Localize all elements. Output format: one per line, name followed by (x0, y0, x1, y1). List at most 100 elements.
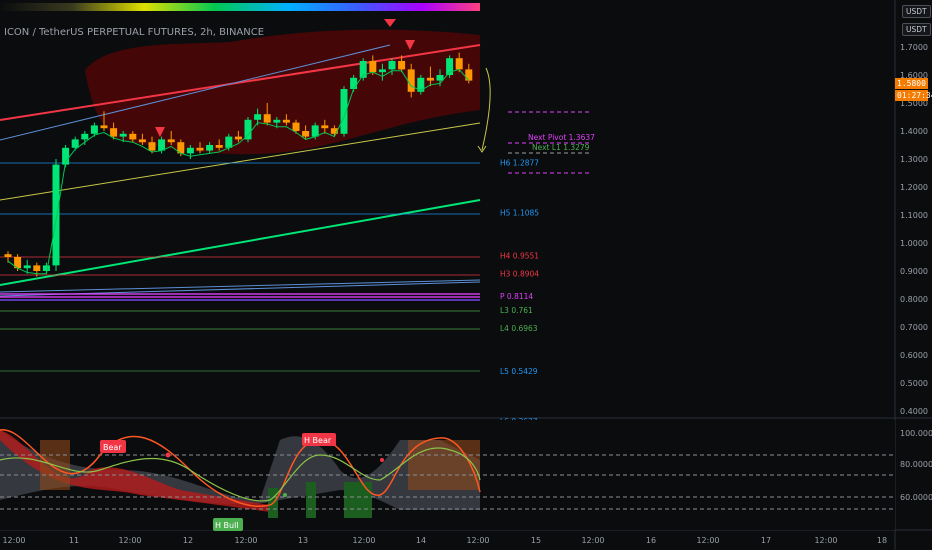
bear-label: Bear (103, 443, 122, 452)
candle-body (129, 133, 137, 140)
candle-body (234, 136, 242, 140)
symbol-title[interactable]: ICON / TetherUS PERPETUAL FUTURES, 2h, B… (4, 27, 264, 38)
candle-body (52, 164, 60, 266)
candle-body (42, 265, 50, 271)
candle-body (167, 139, 175, 143)
candle-body (148, 142, 156, 151)
time-axis-label: 11 (69, 536, 79, 545)
candle-body (455, 58, 463, 70)
time-axis-label: 12 (183, 536, 193, 545)
projection-arrow (481, 67, 491, 151)
candle-body (350, 77, 358, 89)
price-axis-label: 0.4000 (900, 407, 928, 416)
candle-body (282, 119, 290, 123)
candle-body (90, 125, 98, 134)
time-axis-label: 15 (531, 536, 541, 545)
time-axis-label: 12:00 (352, 536, 375, 545)
price-axis-label: 1.0000 (900, 239, 928, 248)
bar-countdown: 01:27:34 (895, 90, 932, 101)
time-axis[interactable]: 12:00 11 12:00 12 12:00 13 12:00 14 12:00 15 12:00… (2, 536, 887, 545)
candle-body (206, 145, 214, 151)
chart-canvas[interactable]: 1.70001.60001.50001.40001.30001.20001.10… (0, 0, 932, 550)
candle-body (292, 122, 300, 131)
price-axis-label: 1.1000 (900, 211, 928, 220)
candle-body (119, 133, 127, 137)
candle-body (110, 128, 118, 137)
candle-body (340, 89, 348, 134)
candle-body (254, 114, 262, 120)
price-axis-label: 1.2000 (900, 183, 928, 192)
candle-body (378, 69, 386, 73)
candle-body (436, 75, 444, 81)
candle-body (225, 136, 233, 148)
candle-body (311, 125, 319, 137)
pivot-level-label: L4 0.6963 (500, 324, 538, 333)
time-axis-label: 12:00 (118, 536, 141, 545)
candle-body (369, 61, 377, 73)
oscillator-axis-label: 80.0000 (900, 460, 932, 469)
candle-body (158, 139, 166, 151)
time-axis-label: 12:00 (466, 536, 489, 545)
candle-body (302, 131, 310, 137)
candle-body (4, 254, 12, 257)
h-bear-label: H Bear (304, 436, 332, 445)
price-axis-label: 0.6000 (900, 351, 928, 360)
candle-body (23, 265, 31, 269)
pivot-level-label: H3 0.8904 (500, 270, 539, 279)
candle-body (398, 61, 406, 70)
time-axis-label: 12:00 (696, 536, 719, 545)
candle-body (196, 147, 204, 151)
time-axis-label: 12:00 (234, 536, 257, 545)
pivot-level-label: H5 1.1085 (500, 209, 539, 218)
oscillator-pane: Bear H Bear H Bull (0, 420, 895, 531)
pivot-labels: H6 1.2877 H5 1.1085 H4 0.9551 H3 0.8904 P 0.… (500, 158, 539, 426)
candle-body (215, 145, 223, 148)
candle-body (426, 77, 434, 81)
pivot-level-label: P 0.8114 (500, 292, 533, 301)
price-axis-label: 0.8000 (900, 295, 928, 304)
time-axis-label: 12:00 (814, 536, 837, 545)
green-trendline (0, 199, 481, 286)
price-axis-label: 1.3000 (900, 155, 928, 164)
candle-body (263, 114, 271, 123)
time-axis-label: 18 (877, 536, 887, 545)
time-axis-label: 12:00 (581, 536, 604, 545)
price-axis-label: 0.9000 (900, 267, 928, 276)
candle-body (71, 139, 79, 148)
candle-body (186, 147, 194, 154)
candle-body (33, 265, 41, 271)
candle-body (465, 69, 473, 81)
time-axis-label: 12:00 (2, 536, 25, 545)
currency-badge-secondary[interactable]: USDT (902, 23, 931, 36)
candle-body (388, 61, 396, 70)
sell-signal-icon (384, 19, 396, 27)
next-pivot-label: Next Pivot 1.3637 (528, 133, 595, 142)
time-axis-label: 13 (298, 536, 308, 545)
candle-body (407, 69, 415, 92)
chart-window: 1.7000 1.6000 1.5000 1.4000 1.3000 1.2000 1.10… (0, 0, 932, 550)
oscillator-axis[interactable]: 100.0000 80.0000 60.0000 (900, 429, 932, 502)
candle-body (81, 133, 89, 140)
next-l1-label: Next L1 1.3279 (532, 143, 590, 152)
oscillator-axis-label: 100.0000 (900, 429, 932, 438)
price-axis-label: 1.4000 (900, 127, 928, 136)
price-axis-label: 0.5000 (900, 379, 928, 388)
time-axis-label: 17 (761, 536, 771, 545)
last-price-tag: 1.5800 (895, 78, 928, 89)
candle-body (321, 125, 329, 129)
candle-body (244, 119, 252, 140)
candle-body (273, 119, 281, 123)
pivot-level-label: L5 0.5429 (500, 367, 538, 376)
pivot-level-label: L3 0.761 (500, 306, 533, 315)
time-axis-label: 16 (646, 536, 656, 545)
oscillator-axis-label: 60.0000 (900, 493, 932, 502)
h-bull-label: H Bull (215, 521, 239, 530)
pivot-level-label: H6 1.2877 (500, 158, 539, 167)
currency-badge[interactable]: USDT (902, 5, 931, 18)
heat-strip (0, 3, 480, 11)
candle-body (138, 139, 146, 143)
pivot-level-label: H4 0.9551 (500, 252, 539, 261)
candle-body (100, 125, 108, 129)
price-axis-label: 1.7000 (900, 43, 928, 52)
price-axis-label: 0.7000 (900, 323, 928, 332)
